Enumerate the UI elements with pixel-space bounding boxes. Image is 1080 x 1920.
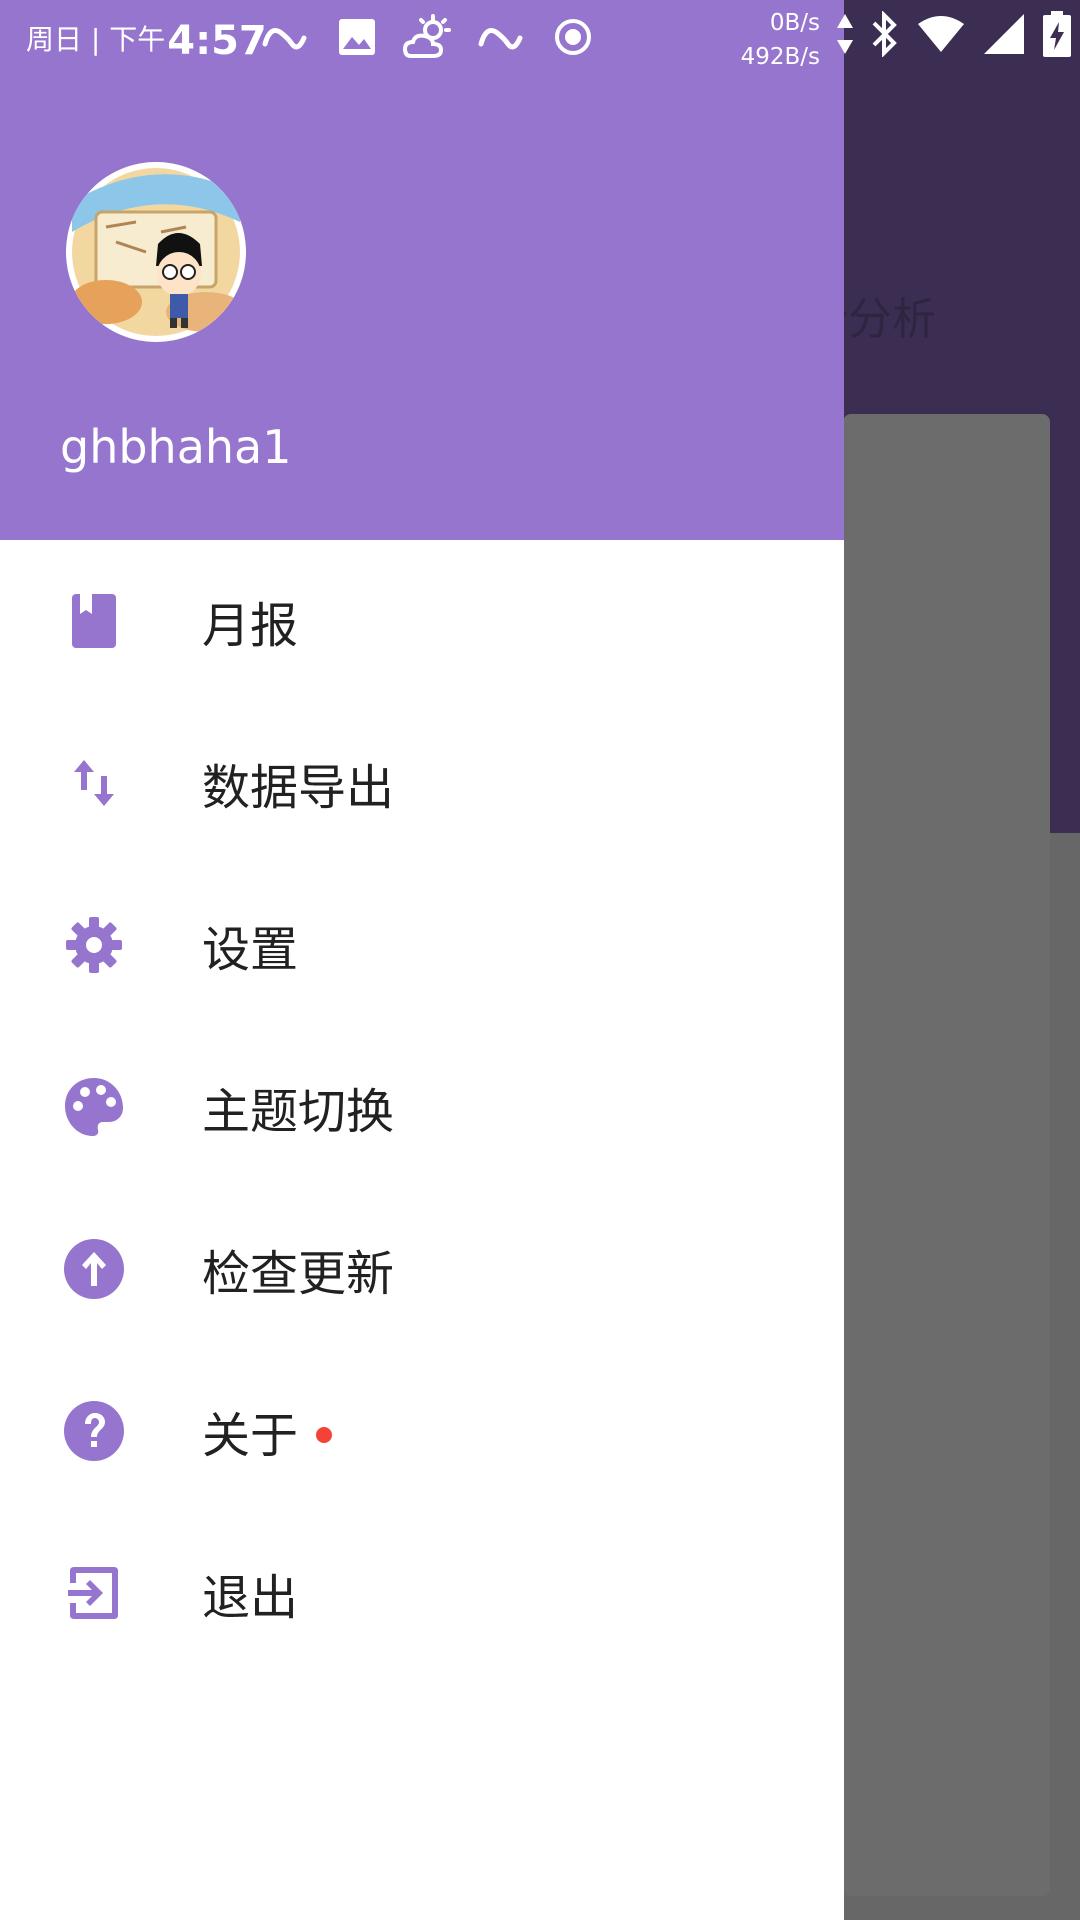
menu-item-label: 月报: [202, 598, 299, 654]
palette-icon: [62, 1075, 126, 1139]
navigation-drawer: ghbhaha1 月报 数据导出 设置 主题切换 检查更新 关于 退出: [0, 0, 844, 1920]
username: ghbhaha1: [60, 420, 292, 474]
signal-icon: [982, 12, 1026, 60]
status-bar: 周日 | 下午 4:57 0B/s 492B/s: [0, 0, 1080, 75]
bluetooth-icon: [870, 10, 900, 61]
download-speed: 492B/s: [740, 44, 820, 70]
swap-vertical-icon: [62, 751, 126, 815]
up-down-arrows-icon: [836, 12, 854, 60]
avatar[interactable]: [66, 162, 246, 342]
status-time: 4:57: [167, 18, 267, 64]
about-label-text: 关于: [202, 1408, 299, 1464]
drawer-menu: 月报 数据导出 设置 主题切换 检查更新 关于 退出: [0, 540, 844, 1674]
avatar-image: [66, 162, 246, 342]
ring-icon: [258, 10, 312, 64]
status-date: 周日 | 下午: [26, 23, 166, 56]
new-badge-dot: [316, 1427, 333, 1443]
ring-icon: [474, 10, 528, 64]
screen: 统计分析 ghbhaha1 月报 数据导出 设置 主题切换 检查更新 关于 退出…: [0, 0, 1080, 1920]
menu-item-about[interactable]: 关于: [0, 1350, 844, 1512]
menu-item-monthly-report[interactable]: 月报: [0, 540, 844, 702]
battery-icon: [1042, 10, 1072, 62]
menu-item-data-export[interactable]: 数据导出: [0, 702, 844, 864]
upload-speed: 0B/s: [769, 10, 820, 36]
wifi-icon: [916, 14, 966, 58]
menu-item-label: 设置: [202, 922, 299, 978]
background-card: [843, 414, 1050, 1896]
menu-item-check-update[interactable]: 检查更新: [0, 1188, 844, 1350]
status-clock: 周日 | 下午 4:57: [26, 14, 267, 64]
menu-item-label: 主题切换: [202, 1084, 395, 1140]
record-icon: [546, 10, 600, 64]
gallery-icon: [330, 10, 384, 64]
weather-icon: [402, 10, 456, 64]
bookmark-icon: [62, 589, 126, 653]
system-icons: [836, 10, 1072, 62]
menu-item-theme-switch[interactable]: 主题切换: [0, 1026, 844, 1188]
notification-icons: [258, 10, 600, 64]
menu-item-label: 数据导出: [202, 760, 395, 816]
drawer-header: ghbhaha1: [0, 0, 844, 540]
arrow-up-circle-icon: [62, 1237, 126, 1301]
menu-item-label: 关于: [202, 1396, 333, 1466]
menu-item-settings[interactable]: 设置: [0, 864, 844, 1026]
network-speed: 0B/s 492B/s: [700, 6, 820, 74]
exit-icon: [62, 1561, 126, 1625]
menu-item-label: 退出: [202, 1570, 299, 1626]
menu-item-logout[interactable]: 退出: [0, 1512, 844, 1674]
help-circle-icon: [62, 1399, 126, 1463]
gear-icon: [62, 913, 126, 977]
menu-item-label: 检查更新: [202, 1246, 395, 1302]
